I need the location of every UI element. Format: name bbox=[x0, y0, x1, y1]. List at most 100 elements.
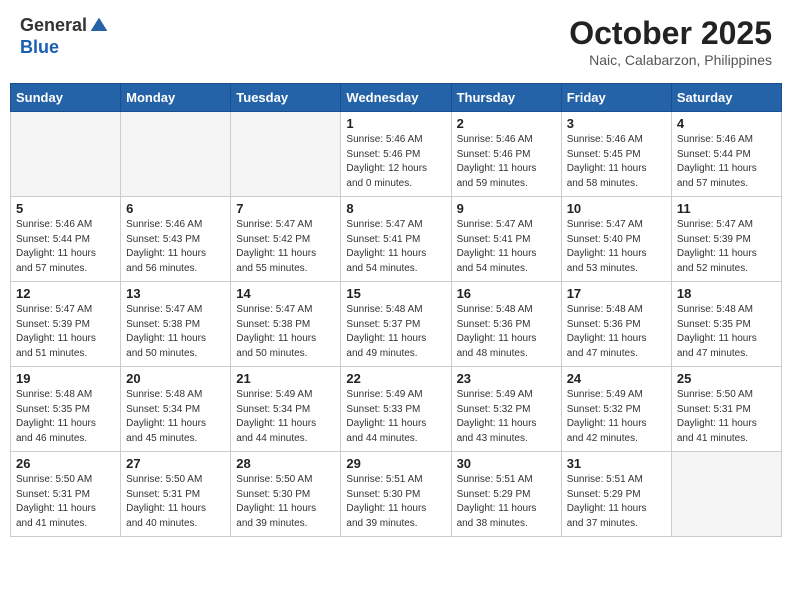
calendar-cell: 21 Sunrise: 5:49 AMSunset: 5:34 PMDayligh… bbox=[231, 367, 341, 452]
calendar-cell: 16 Sunrise: 5:48 AMSunset: 5:36 PMDayligh… bbox=[451, 282, 561, 367]
calendar-cell: 11 Sunrise: 5:47 AMSunset: 5:39 PMDayligh… bbox=[671, 197, 781, 282]
calendar-cell: 18Sunrise: 5:48 AMSunset: 5:35 PMDayligh… bbox=[671, 282, 781, 367]
day-info: Sunrise: 5:49 AMSunset: 5:34 PMDaylight:… bbox=[236, 388, 335, 446]
calendar-cell: 15Sunrise: 5:48 AMSunset: 5:37 PMDayligh… bbox=[341, 282, 451, 367]
calendar-cell bbox=[121, 112, 231, 197]
day-number: 2 bbox=[457, 116, 556, 131]
week-row-2: 5Sunrise: 5:46 AMSunset: 5:44 PMDaylight… bbox=[11, 197, 782, 282]
day-info: Sunrise: 5:46 AMSunset: 5:44 PMDaylight:… bbox=[677, 133, 776, 191]
weekday-header-tuesday: Tuesday bbox=[231, 84, 341, 112]
calendar-cell: 13Sunrise: 5:47 AMSunset: 5:38 PMDayligh… bbox=[121, 282, 231, 367]
day-info: Sunrise: 5:47 AMSunset: 5:42 PMDaylight:… bbox=[236, 218, 335, 276]
day-info: Sunrise: 5:51 AMSunset: 5:29 PMDaylight:… bbox=[567, 473, 666, 531]
logo-icon bbox=[89, 16, 109, 36]
day-info: Sunrise: 5:49 AMSunset: 5:32 PMDaylight:… bbox=[567, 388, 666, 446]
calendar-cell: 12 Sunrise: 5:47 AMSunset: 5:39 PMDayligh… bbox=[11, 282, 121, 367]
day-info: Sunrise: 5:47 AMSunset: 5:38 PMDaylight:… bbox=[126, 303, 225, 361]
weekday-header-wednesday: Wednesday bbox=[341, 84, 451, 112]
day-info: Sunrise: 5:51 AMSunset: 5:30 PMDaylight:… bbox=[346, 473, 445, 531]
calendar-cell: 1 Sunrise: 5:46 AMSunset: 5:46 PMDaylight… bbox=[341, 112, 451, 197]
calendar-cell: 9 Sunrise: 5:47 AMSunset: 5:41 PMDaylight… bbox=[451, 197, 561, 282]
day-number: 20 bbox=[126, 371, 225, 386]
weekday-header-sunday: Sunday bbox=[11, 84, 121, 112]
day-info: Sunrise: 5:47 AMSunset: 5:40 PMDaylight:… bbox=[567, 218, 666, 276]
day-number: 28 bbox=[236, 456, 335, 471]
day-number: 9 bbox=[457, 201, 556, 216]
calendar-cell: 30 Sunrise: 5:51 AMSunset: 5:29 PMDayligh… bbox=[451, 452, 561, 537]
day-info: Sunrise: 5:49 AMSunset: 5:32 PMDaylight:… bbox=[457, 388, 556, 446]
day-info: Sunrise: 5:50 AMSunset: 5:31 PMDaylight:… bbox=[126, 473, 225, 531]
page-header: General Blue October 2025 Naic, Calabarz… bbox=[10, 10, 782, 73]
calendar-cell bbox=[11, 112, 121, 197]
title-block: October 2025 Naic, Calabarzon, Philippin… bbox=[569, 15, 772, 68]
day-info: Sunrise: 5:47 AMSunset: 5:41 PMDaylight:… bbox=[457, 218, 556, 276]
calendar-cell: 2 Sunrise: 5:46 AMSunset: 5:46 PMDaylight… bbox=[451, 112, 561, 197]
calendar-cell: 26 Sunrise: 5:50 AMSunset: 5:31 PMDayligh… bbox=[11, 452, 121, 537]
month-title: October 2025 bbox=[569, 15, 772, 52]
day-info: Sunrise: 5:48 AMSunset: 5:35 PMDaylight:… bbox=[16, 388, 115, 446]
calendar-cell: 3Sunrise: 5:46 AMSunset: 5:45 PMDaylight… bbox=[561, 112, 671, 197]
day-number: 31 bbox=[567, 456, 666, 471]
day-number: 6 bbox=[126, 201, 225, 216]
calendar-cell: 14Sunrise: 5:47 AMSunset: 5:38 PMDayligh… bbox=[231, 282, 341, 367]
calendar-cell: 28 Sunrise: 5:50 AMSunset: 5:30 PMDayligh… bbox=[231, 452, 341, 537]
day-info: Sunrise: 5:50 AMSunset: 5:31 PMDaylight:… bbox=[677, 388, 776, 446]
day-number: 4 bbox=[677, 116, 776, 131]
day-number: 23 bbox=[457, 371, 556, 386]
day-info: Sunrise: 5:50 AMSunset: 5:31 PMDaylight:… bbox=[16, 473, 115, 531]
calendar-cell: 10 Sunrise: 5:47 AMSunset: 5:40 PMDayligh… bbox=[561, 197, 671, 282]
day-number: 12 bbox=[16, 286, 115, 301]
day-number: 17 bbox=[567, 286, 666, 301]
day-number: 8 bbox=[346, 201, 445, 216]
day-number: 26 bbox=[16, 456, 115, 471]
day-number: 25 bbox=[677, 371, 776, 386]
day-number: 11 bbox=[677, 201, 776, 216]
week-row-5: 26 Sunrise: 5:50 AMSunset: 5:31 PMDayligh… bbox=[11, 452, 782, 537]
location-subtitle: Naic, Calabarzon, Philippines bbox=[569, 52, 772, 68]
calendar-cell: 25 Sunrise: 5:50 AMSunset: 5:31 PMDayligh… bbox=[671, 367, 781, 452]
day-info: Sunrise: 5:47 AMSunset: 5:39 PMDaylight:… bbox=[677, 218, 776, 276]
calendar-cell: 5Sunrise: 5:46 AMSunset: 5:44 PMDaylight… bbox=[11, 197, 121, 282]
weekday-header-row: SundayMondayTuesdayWednesdayThursdayFrid… bbox=[11, 84, 782, 112]
week-row-4: 19Sunrise: 5:48 AMSunset: 5:35 PMDayligh… bbox=[11, 367, 782, 452]
calendar-cell: 31 Sunrise: 5:51 AMSunset: 5:29 PMDayligh… bbox=[561, 452, 671, 537]
weekday-header-friday: Friday bbox=[561, 84, 671, 112]
day-number: 18 bbox=[677, 286, 776, 301]
day-number: 10 bbox=[567, 201, 666, 216]
day-number: 1 bbox=[346, 116, 445, 131]
day-number: 27 bbox=[126, 456, 225, 471]
calendar-cell bbox=[671, 452, 781, 537]
day-info: Sunrise: 5:46 AMSunset: 5:46 PMDaylight:… bbox=[346, 133, 445, 191]
calendar-cell: 6 Sunrise: 5:46 AMSunset: 5:43 PMDaylight… bbox=[121, 197, 231, 282]
calendar-cell: 20 Sunrise: 5:48 AMSunset: 5:34 PMDayligh… bbox=[121, 367, 231, 452]
calendar-cell: 19Sunrise: 5:48 AMSunset: 5:35 PMDayligh… bbox=[11, 367, 121, 452]
day-info: Sunrise: 5:50 AMSunset: 5:30 PMDaylight:… bbox=[236, 473, 335, 531]
calendar-cell: 22Sunrise: 5:49 AMSunset: 5:33 PMDayligh… bbox=[341, 367, 451, 452]
logo-blue: Blue bbox=[20, 37, 59, 57]
day-number: 16 bbox=[457, 286, 556, 301]
day-info: Sunrise: 5:48 AMSunset: 5:34 PMDaylight:… bbox=[126, 388, 225, 446]
day-info: Sunrise: 5:47 AMSunset: 5:38 PMDaylight:… bbox=[236, 303, 335, 361]
calendar-cell: 4 Sunrise: 5:46 AMSunset: 5:44 PMDaylight… bbox=[671, 112, 781, 197]
day-info: Sunrise: 5:46 AMSunset: 5:43 PMDaylight:… bbox=[126, 218, 225, 276]
weekday-header-thursday: Thursday bbox=[451, 84, 561, 112]
day-number: 21 bbox=[236, 371, 335, 386]
week-row-3: 12 Sunrise: 5:47 AMSunset: 5:39 PMDayligh… bbox=[11, 282, 782, 367]
day-info: Sunrise: 5:48 AMSunset: 5:36 PMDaylight:… bbox=[457, 303, 556, 361]
calendar-cell: 7 Sunrise: 5:47 AMSunset: 5:42 PMDaylight… bbox=[231, 197, 341, 282]
day-number: 7 bbox=[236, 201, 335, 216]
day-number: 30 bbox=[457, 456, 556, 471]
day-info: Sunrise: 5:51 AMSunset: 5:29 PMDaylight:… bbox=[457, 473, 556, 531]
day-info: Sunrise: 5:47 AMSunset: 5:39 PMDaylight:… bbox=[16, 303, 115, 361]
calendar-cell bbox=[231, 112, 341, 197]
day-number: 22 bbox=[346, 371, 445, 386]
calendar-cell: 17Sunrise: 5:48 AMSunset: 5:36 PMDayligh… bbox=[561, 282, 671, 367]
day-info: Sunrise: 5:46 AMSunset: 5:46 PMDaylight:… bbox=[457, 133, 556, 191]
calendar-table: SundayMondayTuesdayWednesdayThursdayFrid… bbox=[10, 83, 782, 537]
day-number: 3 bbox=[567, 116, 666, 131]
logo-general: General bbox=[20, 15, 87, 35]
calendar-cell: 27 Sunrise: 5:50 AMSunset: 5:31 PMDayligh… bbox=[121, 452, 231, 537]
logo: General Blue bbox=[20, 15, 109, 58]
day-number: 15 bbox=[346, 286, 445, 301]
day-number: 5 bbox=[16, 201, 115, 216]
